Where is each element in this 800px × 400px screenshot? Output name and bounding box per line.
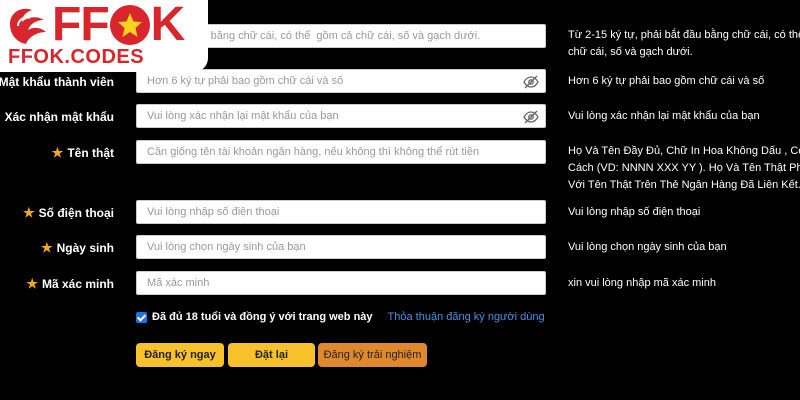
register-now-button[interactable]: Đăng ký ngay <box>136 343 224 367</box>
real-name-hint-line3: Với Tên Thật Trên Thẻ Ngân Hàng Đã Liên … <box>568 179 800 191</box>
captcha-input[interactable] <box>137 272 545 294</box>
confirm-password-field[interactable] <box>136 104 546 128</box>
required-star-icon: ★ <box>23 205 35 220</box>
agree-text: Đã đủ 18 tuổi và đồng ý với trang web nà… <box>152 311 373 323</box>
confirm-password-hint: Vui lòng xác nhận lại mật khẩu của bạn <box>568 110 760 122</box>
confirm-password-label: ★ Xác nhận mật khẩu <box>0 109 114 125</box>
reset-button[interactable]: Đặt lại <box>228 343 315 367</box>
real-name-input[interactable] <box>137 141 545 163</box>
real-name-label: ★ Tên thật <box>51 145 114 160</box>
username-hint-line1: Từ 2-15 ký tự, phải bắt đầu bằng chữ cái… <box>568 29 800 41</box>
phone-label: ★ Số điện thoại <box>23 205 114 220</box>
username-hint: Từ 2-15 ký tự, phải bắt đầu bằng chữ cái… <box>568 27 800 61</box>
phone-field[interactable] <box>136 200 546 224</box>
password-field[interactable] <box>136 69 546 93</box>
eye-off-icon[interactable] <box>523 74 539 90</box>
birthday-field[interactable] <box>136 235 546 259</box>
required-star-icon: ★ <box>26 276 38 291</box>
confirm-password-input[interactable] <box>137 105 545 127</box>
phone-hint: Vui lòng nhập số điện thoại <box>568 206 701 218</box>
required-star-icon: ★ <box>0 109 1 125</box>
real-name-hint-line1: Họ Và Tên Đầy Đủ, Chữ In Hoa Không Dấu ,… <box>568 145 800 157</box>
real-name-field[interactable] <box>136 140 546 164</box>
brand-logo: FF K FFOK.CODES <box>0 0 208 72</box>
user-agreement-link[interactable]: Thỏa thuận đăng ký người dùng <box>388 311 545 323</box>
required-star-icon: ★ <box>40 240 53 255</box>
password-label: ★ Mật khẩu thành viên <box>0 75 114 89</box>
logo-star-icon <box>109 5 150 45</box>
trial-register-button[interactable]: Đăng ký trải nghiệm <box>318 343 427 367</box>
password-input[interactable] <box>137 70 545 92</box>
birthday-input[interactable] <box>137 236 545 258</box>
logo-wordmark: FF K <box>52 0 185 51</box>
birthday-label: ★ Ngày sinh <box>40 240 114 255</box>
captcha-field[interactable] <box>136 271 546 295</box>
logo-site-text: FFOK.CODES <box>8 46 145 68</box>
captcha-hint: xin vui lòng nhập mã xác minh <box>568 277 716 289</box>
real-name-hint: Họ Và Tên Đầy Đủ, Chữ In Hoa Không Dấu ,… <box>568 143 800 194</box>
required-star-icon: ★ <box>51 145 64 160</box>
agreement-row: Đã đủ 18 tuổi và đồng ý với trang web nà… <box>136 311 545 323</box>
captcha-label: ★ Mã xác minh <box>26 276 114 291</box>
logo-wing-icon <box>10 8 46 44</box>
real-name-hint-line2: Cách (VD: NNNN XXX YY ). Họ Và Tên Thật … <box>568 162 800 174</box>
username-hint-line2: chữ cái, số và gạch dưới. <box>568 46 693 58</box>
birthday-hint: Vui lòng chọn ngày sinh của bạn <box>568 241 727 253</box>
agree-checkbox[interactable] <box>136 311 147 323</box>
phone-input[interactable] <box>137 201 545 223</box>
password-hint: Hơn 6 ký tự phải bao gồm chữ cái và số <box>568 75 765 87</box>
eye-off-icon[interactable] <box>523 109 539 125</box>
